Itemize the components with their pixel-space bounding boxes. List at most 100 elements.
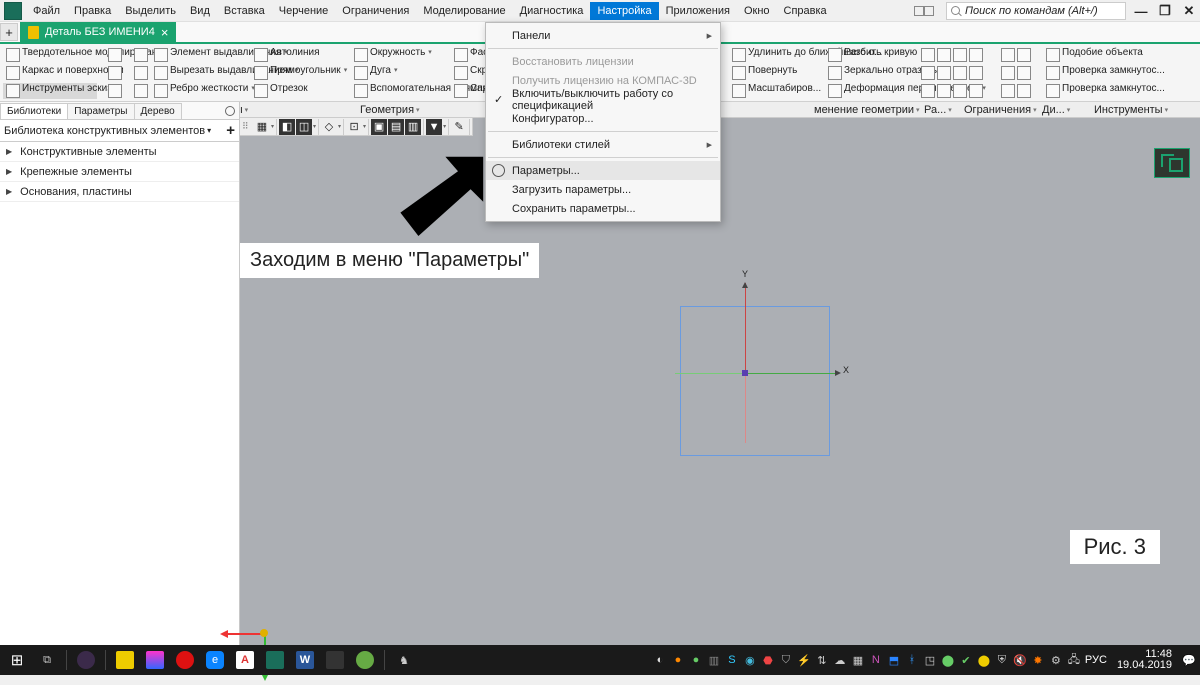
tb-edge[interactable]: e <box>202 647 228 673</box>
menu-window[interactable]: Окно <box>737 2 777 20</box>
tray-notifications[interactable]: 💬 <box>1182 653 1196 667</box>
tray-8[interactable]: ⛉ <box>779 653 793 667</box>
add-library-button[interactable]: + <box>226 122 235 139</box>
tray-11[interactable]: ☁ <box>833 653 847 667</box>
vt-wireframe[interactable]: ◧ <box>279 119 295 135</box>
tray-4[interactable]: ▥ <box>707 653 721 667</box>
rb-check1[interactable]: Проверка замкнутос... <box>1043 65 1131 81</box>
tb-opera[interactable] <box>172 647 198 673</box>
dd-panels[interactable]: Панели <box>486 26 720 45</box>
menu-select[interactable]: Выделить <box>118 2 183 20</box>
tray-9[interactable]: ⚡ <box>797 653 811 667</box>
rb-mirror[interactable]: Зеркально отразить <box>825 65 919 81</box>
rb-ico-6[interactable] <box>134 84 148 98</box>
rb-rotate[interactable]: Повернуть <box>729 65 823 81</box>
rb-extend[interactable]: Удлинить до ближайшего о... <box>729 47 823 63</box>
rb-sm10[interactable] <box>937 84 951 98</box>
tray-21[interactable]: ⚙ <box>1049 653 1063 667</box>
tray-16[interactable]: ⬤ <box>941 653 955 667</box>
rb-check2[interactable]: Проверка замкнутос... <box>1043 83 1131 99</box>
rb-sm7[interactable] <box>953 66 967 80</box>
rb-sm16[interactable] <box>1017 66 1031 80</box>
rb-cut-extrude[interactable]: Вырезать выдавливанием▾ <box>151 65 249 81</box>
library-item-constructive[interactable]: ▶Конструктивные элементы <box>0 142 239 162</box>
vt-grid2[interactable]: ▤ <box>388 119 404 135</box>
vt-filter[interactable]: ▼ <box>426 119 442 135</box>
rb-solid-modeling[interactable]: Твердотельное моделирование <box>3 47 97 63</box>
menu-settings[interactable]: Настройка <box>590 2 658 20</box>
tray-12[interactable]: ▦ <box>851 653 865 667</box>
rb-project[interactable]: Спро объе <box>451 83 485 99</box>
menu-constraints[interactable]: Ограничения <box>335 2 416 20</box>
rb-sm8[interactable] <box>969 66 983 80</box>
vt-shaded[interactable]: ◫ <box>296 119 312 135</box>
panel-tab-libraries[interactable]: Библиотеки <box>0 103 68 119</box>
close-tab-icon[interactable]: × <box>161 25 169 40</box>
rb-sm17[interactable] <box>1001 84 1015 98</box>
vt-eyedrop[interactable]: ✎ <box>451 119 467 135</box>
tray-bluetooth[interactable]: ᚼ <box>905 653 919 667</box>
dd-parameters[interactable]: Параметры... <box>486 161 720 180</box>
library-item-fasteners[interactable]: ▶Крепежные элементы <box>0 162 239 182</box>
menu-insert[interactable]: Вставка <box>217 2 272 20</box>
dd-load-params[interactable]: Загрузить параметры... <box>486 180 720 199</box>
sec-dim[interactable]: Ра...▾ <box>920 104 956 116</box>
rb-segment[interactable]: Отрезок <box>251 83 349 99</box>
menu-drawing[interactable]: Черчение <box>272 2 336 20</box>
rb-ico-4[interactable] <box>134 48 148 62</box>
minimize-button[interactable]: — <box>1132 3 1150 19</box>
new-tab-button[interactable]: + <box>0 23 18 41</box>
menu-edit[interactable]: Правка <box>67 2 118 20</box>
rb-autoline[interactable]: Автолиния <box>251 47 349 63</box>
dd-save-params[interactable]: Сохранить параметры... <box>486 199 720 218</box>
menu-applications[interactable]: Приложения <box>659 2 737 20</box>
tray-13[interactable]: N <box>869 653 883 667</box>
sec-tools[interactable]: Инструменты▾ <box>1090 104 1172 116</box>
rb-rectangle[interactable]: Прямоугольник▾ <box>251 65 349 81</box>
rb-sm14[interactable] <box>1017 48 1031 62</box>
sec-geo-change[interactable]: менение геометрии▾ <box>810 104 924 116</box>
tray-15[interactable]: ◳ <box>923 653 937 667</box>
rb-rib[interactable]: Ребро жесткости▾ <box>151 83 249 99</box>
menu-diagnostics[interactable]: Диагностика <box>513 2 591 20</box>
gear-icon[interactable] <box>223 104 237 118</box>
rb-split-curve[interactable]: Разбить кривую <box>825 47 919 63</box>
sec-geometry[interactable]: Геометрия▾ <box>356 104 424 116</box>
vt-persp[interactable]: ◇ <box>321 119 337 135</box>
tb-paint[interactable] <box>352 647 378 673</box>
tray-language[interactable]: РУС <box>1085 654 1107 666</box>
tb-running-1[interactable]: ♞ <box>391 647 417 673</box>
tb-app-3[interactable] <box>322 647 348 673</box>
tray-3[interactable]: ● <box>689 653 703 667</box>
layout-switcher[interactable] <box>914 6 934 16</box>
rb-sm1[interactable] <box>921 48 935 62</box>
rb-ico-5[interactable] <box>134 66 148 80</box>
rb-scale[interactable]: Масштабиров... <box>729 83 823 99</box>
dd-style-libs[interactable]: Библиотеки стилей <box>486 135 720 154</box>
vt-grid1[interactable]: ▣ <box>371 119 387 135</box>
rb-deform[interactable]: Деформация перемещением▾ <box>825 83 919 99</box>
tb-app-2[interactable] <box>142 647 168 673</box>
rb-aux-line[interactable]: Вспомогательная прямая▾ <box>351 83 449 99</box>
rb-extrude[interactable]: Элемент выдавливания▾ <box>151 47 249 63</box>
sketch-mode-badge[interactable] <box>1154 148 1190 178</box>
vt-1[interactable]: ▦ <box>254 119 270 135</box>
sec-constraints[interactable]: Ограничения▾ <box>960 104 1041 116</box>
tb-app-1[interactable] <box>73 647 99 673</box>
tb-autocad[interactable]: A <box>232 647 258 673</box>
tray-volume[interactable]: 🔇 <box>1013 653 1027 667</box>
library-title[interactable]: Библиотека конструктивных элементов▾ + <box>0 120 239 142</box>
panel-tab-parameters[interactable]: Параметры <box>67 103 134 119</box>
command-search[interactable]: Поиск по командам (Alt+/) <box>946 2 1126 20</box>
rb-sm12[interactable] <box>969 84 983 98</box>
close-button[interactable]: ✕ <box>1180 3 1198 19</box>
tb-word[interactable]: W <box>292 647 318 673</box>
menu-view[interactable]: Вид <box>183 2 217 20</box>
task-view[interactable]: ⧉ <box>34 647 60 673</box>
tray-17[interactable]: ✔ <box>959 653 973 667</box>
tb-explorer[interactable] <box>112 647 138 673</box>
vt-zoom[interactable]: ⊡ <box>346 119 362 135</box>
rb-sm4[interactable] <box>969 48 983 62</box>
rb-ico-1[interactable] <box>108 48 122 62</box>
rb-sm15[interactable] <box>1001 66 1015 80</box>
